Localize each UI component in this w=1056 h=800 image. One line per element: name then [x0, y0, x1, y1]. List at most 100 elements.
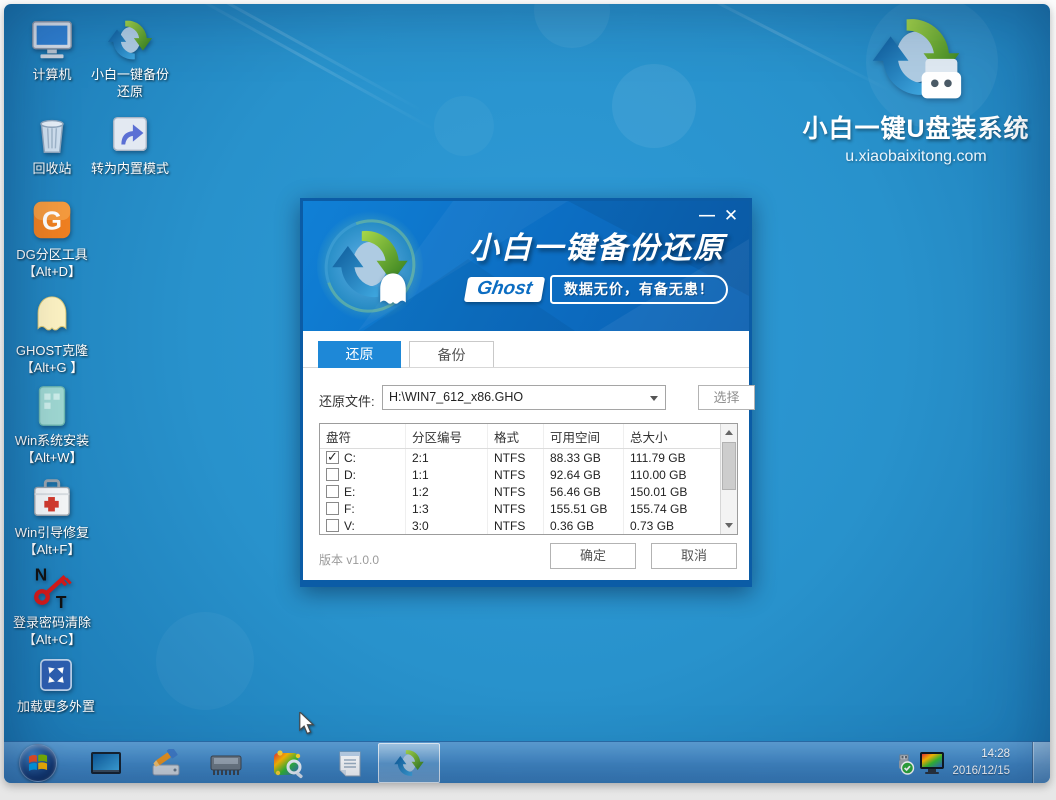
- col-header-free[interactable]: 可用空间: [544, 424, 624, 448]
- row-checkbox[interactable]: [326, 519, 339, 532]
- table-row[interactable]: F: 1:3 NTFS 155.51 GB 155.74 GB: [320, 500, 737, 517]
- show-desktop-button[interactable]: [1032, 742, 1050, 783]
- version-label: 版本 v1.0.0: [319, 551, 379, 568]
- restore-file-label: 还原文件:: [319, 391, 375, 410]
- desktop-icon-label: 小白一键备份 还原: [82, 67, 178, 101]
- select-button[interactable]: 选择: [698, 385, 755, 410]
- taskbar-item-notepad[interactable]: [328, 748, 372, 780]
- tab-restore[interactable]: 还原: [318, 341, 401, 368]
- cell-free: 56.46 GB: [544, 483, 624, 500]
- brand-logo-block: 小白一键U盘装系统 u.xiaobaixitong.com: [782, 10, 1050, 166]
- desktop-icon-backup-restore[interactable]: 小白一键备份 还原: [82, 16, 178, 101]
- taskbar-item-capture[interactable]: [266, 748, 310, 780]
- desktop-icon-load-more[interactable]: 加载更多外置: [8, 654, 104, 716]
- show-desktop-thumbnail-icon: [90, 751, 122, 777]
- tray-usb-icon[interactable]: [893, 753, 915, 780]
- light-streak: [172, 4, 436, 132]
- table-row[interactable]: V: 3:0 NTFS 0.36 GB 0.73 GB: [320, 517, 737, 534]
- desktop-icon-label: 加载更多外置: [8, 699, 104, 716]
- ok-button[interactable]: 确定: [550, 543, 636, 569]
- desktop-icon-dg-partition[interactable]: G DG分区工具 【Alt+D】: [4, 196, 100, 281]
- cell-partition: 1:3: [406, 500, 488, 517]
- taskbar-item-memory[interactable]: [204, 748, 248, 780]
- desktop-icon-password-clear[interactable]: N T 登录密码清除 【Alt+C】: [4, 564, 100, 649]
- window-logo: [315, 209, 425, 323]
- row-checkbox[interactable]: [326, 468, 339, 481]
- cell-drive: V:: [344, 519, 355, 533]
- cell-free: 88.33 GB: [544, 449, 624, 466]
- notepad-icon: [336, 749, 364, 779]
- cell-free: 92.64 GB: [544, 466, 624, 483]
- col-header-total[interactable]: 总大小: [624, 424, 720, 448]
- desktop-icon-label: Win系统安装 【Alt+W】: [4, 433, 100, 467]
- col-header-drive[interactable]: 盘符: [320, 424, 406, 448]
- cell-partition: 1:2: [406, 483, 488, 500]
- bokeh-circle: [434, 96, 494, 156]
- cell-drive: F:: [344, 502, 355, 516]
- table-row[interactable]: D: 1:1 NTFS 92.64 GB 110.00 GB: [320, 466, 737, 483]
- partition-table: 盘符 分区编号 格式 可用空间 总大小 C: 2:1 NTFS 88.33 GB…: [319, 423, 738, 535]
- bokeh-circle: [534, 4, 610, 48]
- cell-format: NTFS: [488, 517, 544, 534]
- cell-partition: 3:0: [406, 517, 488, 534]
- backup-restore-active-icon: [393, 747, 425, 779]
- capture-tool-icon: [272, 749, 304, 779]
- mouse-cursor: [296, 712, 318, 736]
- taskbar-item-display[interactable]: [84, 748, 128, 780]
- scroll-up-icon[interactable]: [725, 430, 733, 435]
- cell-drive: C:: [344, 451, 356, 465]
- desktop-icon-label: 登录密码清除 【Alt+C】: [4, 615, 100, 649]
- ghost-icon: [28, 292, 76, 340]
- start-button[interactable]: [19, 744, 57, 782]
- taskbar-item-backup-restore-active[interactable]: [378, 743, 440, 783]
- taskbar-item-disk-cleanup[interactable]: [144, 748, 188, 780]
- sync-arrows-usb-icon: [869, 10, 963, 104]
- cell-partition: 1:1: [406, 466, 488, 483]
- nt-key-icon: N T: [28, 564, 76, 612]
- desktop-icon-label: Win引导修复 【Alt+F】: [4, 525, 100, 559]
- cell-format: NTFS: [488, 500, 544, 517]
- col-header-format[interactable]: 格式: [488, 424, 544, 448]
- desktop-icon-label: 转为内置模式: [82, 161, 178, 178]
- desktop-icon-ghost-clone[interactable]: GHOST克隆 【Alt+G 】: [4, 292, 100, 377]
- bokeh-circle: [156, 612, 254, 710]
- svg-text:G: G: [42, 208, 62, 236]
- desktop-icon-boot-repair[interactable]: Win引导修复 【Alt+F】: [4, 474, 100, 559]
- desktop-icon-label: GHOST克隆 【Alt+G 】: [4, 343, 100, 377]
- minimize-button[interactable]: —: [697, 206, 717, 226]
- svg-text:N: N: [35, 564, 47, 584]
- desktop-icon-win-install[interactable]: Win系统安装 【Alt+W】: [4, 382, 100, 467]
- dropdown-arrow-icon[interactable]: [650, 396, 658, 401]
- scroll-thumb[interactable]: [722, 442, 736, 490]
- table-scrollbar[interactable]: [720, 424, 737, 534]
- tray-clock[interactable]: 14:28 2016/12/15: [942, 746, 1010, 779]
- row-checkbox[interactable]: [326, 485, 339, 498]
- diskgenius-icon: G: [28, 196, 76, 244]
- cancel-button[interactable]: 取消: [651, 543, 737, 569]
- cell-total: 110.00 GB: [624, 466, 720, 483]
- cell-total: 111.79 GB: [624, 449, 720, 466]
- disk-cleanup-icon: [149, 749, 183, 779]
- table-header-row: 盘符 分区编号 格式 可用空间 总大小: [320, 424, 737, 449]
- taskbar: 14:28 2016/12/15: [4, 741, 1050, 783]
- row-checkbox[interactable]: [326, 451, 339, 464]
- cell-format: NTFS: [488, 466, 544, 483]
- row-checkbox[interactable]: [326, 502, 339, 515]
- desktop-icon-builtin-mode[interactable]: 转为内置模式: [82, 110, 178, 178]
- installer-icon: [28, 382, 76, 430]
- table-row[interactable]: C: 2:1 NTFS 88.33 GB 111.79 GB: [320, 449, 737, 466]
- recycle-bin-icon: [28, 110, 76, 158]
- desktop-icon-label: DG分区工具 【Alt+D】: [4, 247, 100, 281]
- computer-icon: [28, 16, 76, 64]
- scroll-down-icon[interactable]: [725, 523, 733, 528]
- windows-flag-icon: [26, 750, 50, 776]
- ghost-icon: [371, 269, 415, 313]
- svg-text:T: T: [56, 592, 67, 612]
- tab-backup[interactable]: 备份: [409, 341, 494, 367]
- close-button[interactable]: ✕: [721, 206, 741, 226]
- ghost-badge: Ghost: [464, 277, 545, 302]
- restore-file-combobox[interactable]: H:\WIN7_612_x86.GHO: [382, 385, 666, 410]
- table-row[interactable]: E: 1:2 NTFS 56.46 GB 150.01 GB: [320, 483, 737, 500]
- cell-drive: D:: [344, 468, 356, 482]
- col-header-partition[interactable]: 分区编号: [406, 424, 488, 448]
